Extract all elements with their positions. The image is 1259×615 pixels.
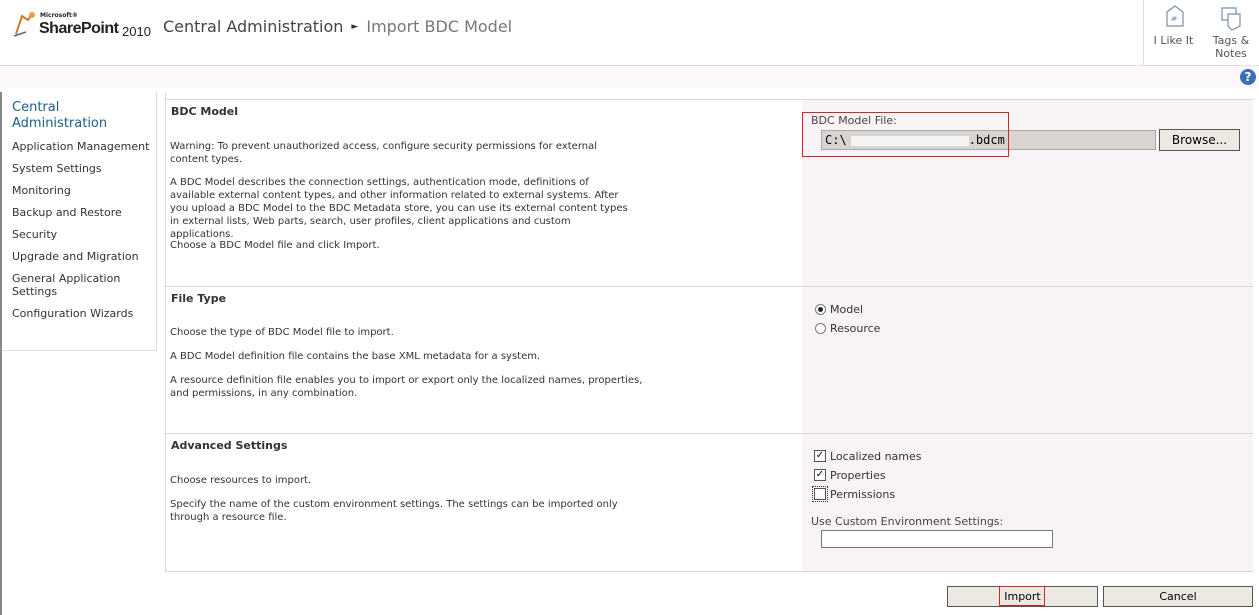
tags-notes-icon — [1221, 7, 1241, 31]
advanced-line1: Choose resources to import. — [170, 475, 312, 486]
help-icon[interactable]: ? — [1240, 69, 1256, 85]
section-divider-bdc-model — [165, 99, 1253, 100]
nav-item-upgrade-and-migration[interactable]: Upgrade and Migration — [12, 250, 157, 263]
breadcrumb-current-page: Import BDC Model — [366, 17, 513, 36]
bdc-model-description: A BDC Model describes the connection set… — [170, 177, 628, 240]
tags-label-line2: Notes — [1215, 47, 1247, 60]
bdc-model-instruction: Choose a BDC Model file and click Import… — [170, 240, 380, 251]
breadcrumb: Central Administration ► Import BDC Mode… — [163, 17, 512, 36]
file-type-line1: Choose the type of BDC Model file to imp… — [170, 327, 394, 338]
env-settings-label: Use Custom Environment Settings: — [811, 515, 1004, 528]
sharepoint-logo-icon — [13, 12, 35, 37]
bottom-divider — [165, 571, 1253, 572]
section-divider-file-type — [165, 286, 1253, 287]
checkbox-permissions-label: Permissions — [830, 488, 896, 501]
section-title-advanced-settings: Advanced Settings — [171, 439, 288, 452]
radio-resource[interactable] — [815, 323, 826, 334]
checkbox-properties-label: Properties — [830, 469, 886, 482]
nav-item-application-management[interactable]: Application Management — [12, 140, 157, 153]
ribbon-strip — [0, 66, 1259, 88]
radio-model-label: Model — [830, 303, 864, 316]
nav-central-administration[interactable]: Central Administration — [12, 100, 132, 132]
left-navigation: Central Administration Application Manag… — [2, 92, 157, 351]
logo-year-text: 2010 — [122, 24, 151, 39]
file-highlight-box — [802, 112, 1009, 157]
checkbox-properties[interactable]: ✓ — [814, 469, 826, 481]
env-settings-input[interactable] — [821, 530, 1053, 548]
page-header: Microsoft® SharePoint 2010 Central Admin… — [0, 0, 1259, 66]
nav-item-general-application-settings[interactable]: General Application Settings — [12, 272, 137, 298]
bdc-model-warning: Warning: To prevent unauthorized access,… — [170, 141, 597, 165]
section-title-file-type: File Type — [171, 292, 227, 305]
import-highlight-box — [999, 586, 1045, 606]
tags-notes-button[interactable]: Tags & Notes — [1203, 0, 1259, 66]
i-like-it-button[interactable]: I Like It — [1143, 0, 1203, 66]
thumbs-up-tag-icon — [1165, 5, 1184, 27]
logo-product-text: SharePoint — [39, 20, 119, 37]
radio-resource-label: Resource — [830, 322, 881, 335]
browse-button[interactable]: Browse... — [1159, 129, 1240, 151]
breadcrumb-central-administration[interactable]: Central Administration — [163, 17, 343, 36]
radio-model[interactable] — [815, 304, 826, 315]
cancel-button[interactable]: Cancel — [1103, 586, 1253, 607]
file-type-line3: A resource definition file enables you t… — [170, 375, 643, 399]
section-title-bdc-model: BDC Model — [171, 105, 239, 118]
checkbox-localized-names[interactable]: ✓ — [814, 450, 826, 462]
i-like-it-label: I Like It — [1153, 34, 1194, 47]
logo-microsoft-text: Microsoft® — [40, 12, 78, 19]
nav-item-backup-and-restore[interactable]: Backup and Restore — [12, 206, 157, 219]
nav-item-monitoring[interactable]: Monitoring — [12, 184, 157, 197]
checkbox-permissions[interactable] — [812, 486, 828, 502]
section-divider-advanced — [165, 433, 1253, 434]
sharepoint-logo[interactable]: Microsoft® SharePoint 2010 — [12, 8, 152, 40]
advanced-line2: Specify the name of the custom environme… — [170, 499, 618, 523]
checkbox-localized-names-label: Localized names — [830, 450, 922, 463]
nav-item-configuration-wizards[interactable]: Configuration Wizards — [12, 307, 157, 320]
breadcrumb-separator-icon: ► — [351, 21, 359, 32]
nav-item-security[interactable]: Security — [12, 228, 157, 241]
tags-label-line1: Tags & — [1212, 34, 1250, 47]
nav-item-system-settings[interactable]: System Settings — [12, 162, 157, 175]
file-type-line2: A BDC Model definition file contains the… — [170, 351, 541, 362]
